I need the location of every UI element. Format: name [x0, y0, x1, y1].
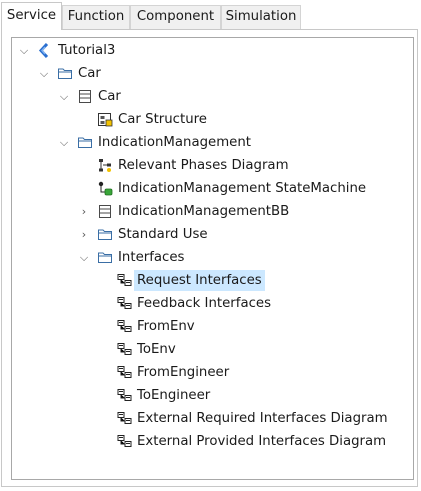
- tree-item-label: Car Structure: [118, 112, 207, 127]
- tree-item-toenv[interactable]: ToEnv: [12, 339, 412, 360]
- tree-item-external-required-interfaces[interactable]: External Required Interfaces Diagram: [12, 408, 412, 429]
- interface-diagram-icon: [117, 296, 133, 311]
- tree-item-label: External Required Interfaces Diagram: [137, 411, 388, 426]
- folder-icon: [97, 250, 113, 265]
- tree-item-car-block[interactable]: ⌵ Car: [12, 86, 412, 107]
- model-tree[interactable]: ⌵ Tutorial3 ⌵ Car ⌵ Car Car Structure ⌵ …: [11, 37, 414, 480]
- tab-component[interactable]: Component: [130, 5, 221, 29]
- interface-diagram-icon: [117, 365, 133, 380]
- tree-item-interfaces-folder[interactable]: ⌵ Interfaces: [12, 247, 412, 268]
- tab-simulation[interactable]: Simulation: [221, 5, 301, 29]
- tree-item-fromengineer[interactable]: FromEngineer: [12, 362, 412, 383]
- project-icon: [37, 43, 53, 58]
- chevron-down-icon[interactable]: ⌵: [18, 40, 30, 61]
- tree-item-label: IndicationManagementBB: [118, 204, 290, 219]
- phases-diagram-icon: [97, 158, 113, 173]
- tab-service[interactable]: Service: [1, 2, 62, 30]
- chevron-down-icon[interactable]: ⌵: [78, 247, 90, 268]
- chevron-down-icon[interactable]: ⌵: [38, 63, 50, 84]
- interface-diagram-icon: [117, 411, 133, 426]
- tree-item-label: FromEnv: [137, 319, 195, 334]
- interface-diagram-icon: [117, 388, 133, 403]
- tree-item-indicationmanagementbb[interactable]: › IndicationManagementBB: [12, 201, 412, 222]
- tree-item-car-folder[interactable]: ⌵ Car: [12, 63, 412, 84]
- chevron-right-icon[interactable]: ›: [78, 201, 90, 222]
- tree-item-label: Standard Use: [118, 227, 208, 242]
- tree-item-label: ToEnv: [137, 342, 176, 357]
- interface-diagram-icon: [117, 319, 133, 334]
- folder-icon: [57, 66, 73, 81]
- tree-item-fromenv[interactable]: FromEnv: [12, 316, 412, 337]
- tree-item-external-provided-interfaces[interactable]: External Provided Interfaces Diagram: [12, 431, 412, 452]
- chevron-right-icon[interactable]: ›: [78, 224, 90, 245]
- tree-item-label: Relevant Phases Diagram: [118, 158, 289, 173]
- tab-bar: Service Function Component Simulation: [0, 0, 421, 30]
- interface-diagram-icon: [117, 273, 133, 288]
- tree-item-label: IndicationManagement StateMachine: [118, 181, 367, 196]
- tree-item-label: Request Interfaces: [134, 270, 265, 291]
- chevron-down-icon[interactable]: ⌵: [58, 86, 70, 107]
- tree-item-label: Car: [78, 66, 101, 81]
- tree-item-standard-use[interactable]: › Standard Use: [12, 224, 412, 245]
- tree-item-label: Car: [98, 89, 121, 104]
- tree-item-label: Tutorial3: [58, 43, 116, 58]
- tree-item-statemachine[interactable]: IndicationManagement StateMachine: [12, 178, 412, 199]
- interface-diagram-icon: [117, 342, 133, 357]
- chevron-down-icon[interactable]: ⌵: [58, 132, 70, 153]
- folder-icon: [77, 135, 93, 150]
- tree-item-label: Feedback Interfaces: [137, 296, 272, 311]
- folder-icon: [97, 227, 113, 242]
- tree-item-label: FromEngineer: [137, 365, 230, 380]
- tree-item-request-interfaces[interactable]: Request Interfaces: [12, 270, 412, 291]
- tree-item-tutorial3[interactable]: ⌵ Tutorial3: [12, 40, 412, 61]
- tree-item-feedback-interfaces[interactable]: Feedback Interfaces: [12, 293, 412, 314]
- tree-item-relevant-phases-diagram[interactable]: Relevant Phases Diagram: [12, 155, 412, 176]
- tab-function[interactable]: Function: [62, 5, 130, 29]
- block-icon: [97, 204, 113, 219]
- tree-item-label: IndicationManagement: [98, 135, 252, 150]
- block-icon: [77, 89, 93, 104]
- structure-diagram-icon: [97, 112, 113, 127]
- service-panel: ⌵ Tutorial3 ⌵ Car ⌵ Car Car Structure ⌵ …: [1, 29, 418, 487]
- interface-diagram-icon: [117, 434, 133, 449]
- state-machine-icon: [97, 181, 113, 196]
- tree-item-indicationmanagement-folder[interactable]: ⌵ IndicationManagement: [12, 132, 412, 153]
- tree-item-label: Interfaces: [118, 250, 185, 265]
- tree-item-toengineer[interactable]: ToEngineer: [12, 385, 412, 406]
- tree-item-car-structure[interactable]: Car Structure: [12, 109, 412, 130]
- tree-item-label: ToEngineer: [137, 388, 211, 403]
- tree-item-label: External Provided Interfaces Diagram: [137, 434, 387, 449]
